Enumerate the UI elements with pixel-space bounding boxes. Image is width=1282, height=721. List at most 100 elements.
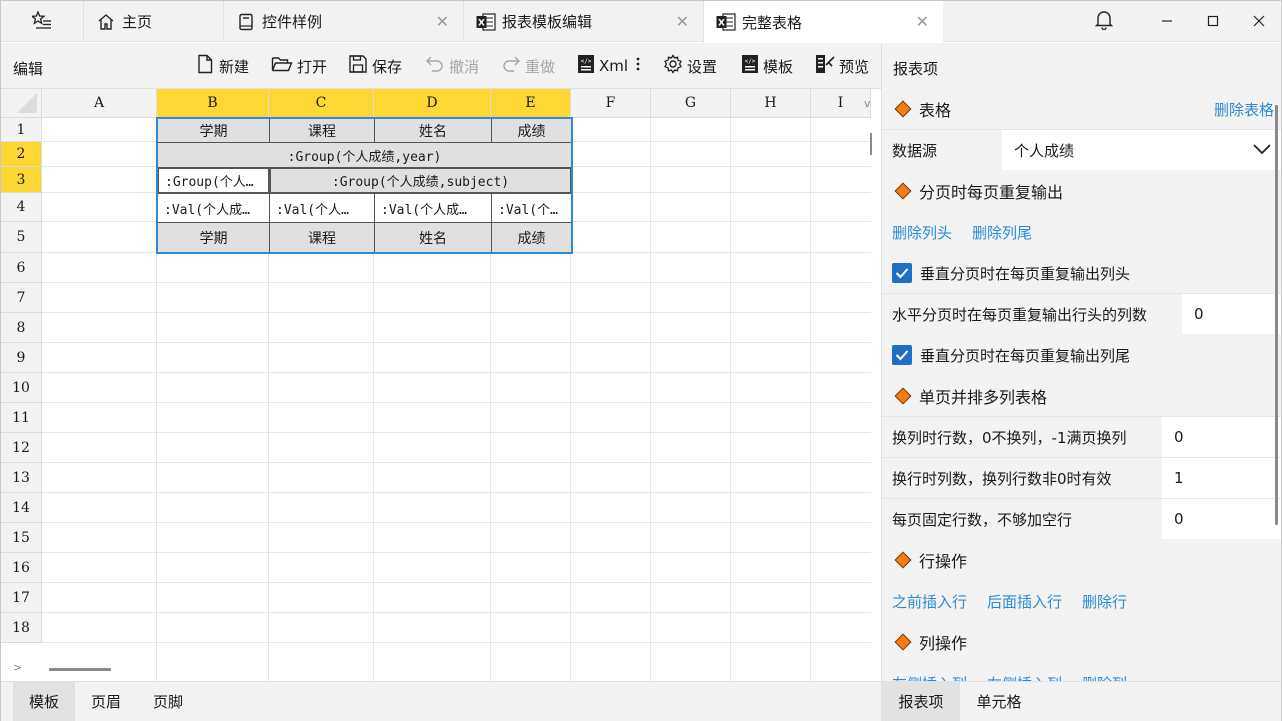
tab-report-items[interactable]: 报表项 <box>882 682 960 721</box>
row-header-6[interactable]: 6 <box>1 253 42 283</box>
row-header-13[interactable]: 13 <box>1 463 42 493</box>
undo-icon <box>425 54 449 78</box>
select-all-corner[interactable] <box>1 89 42 118</box>
value-cell[interactable]: :Val(个人成… <box>374 193 492 223</box>
insert-row-after-link[interactable]: 后面插入行 <box>987 591 1062 612</box>
checkbox-checked-icon[interactable] <box>892 263 912 283</box>
more-vert-icon[interactable] <box>636 57 644 75</box>
row-header-14[interactable]: 14 <box>1 493 42 523</box>
value-cell[interactable]: :Val(个人成… <box>157 193 270 223</box>
tab-home[interactable]: 主页 <box>83 1 223 42</box>
template-cell[interactable]: 课程 <box>269 118 375 143</box>
menu-button[interactable] <box>1 1 83 42</box>
row-header-8[interactable]: 8 <box>1 313 42 343</box>
template-cell[interactable]: 成绩 <box>491 222 572 253</box>
maximize-button[interactable] <box>1190 1 1236 42</box>
grid-line <box>42 552 871 553</box>
column-header-e[interactable]: E <box>491 89 571 118</box>
tab-label: 主页 <box>122 13 153 31</box>
column-header-g[interactable]: G <box>651 89 731 118</box>
row-header-4[interactable]: 4 <box>1 193 42 222</box>
template-button[interactable]: </> 模板 <box>741 55 793 77</box>
template-cell[interactable]: 姓名 <box>374 222 492 253</box>
fixed-rows-input[interactable]: 0 <box>1162 499 1281 539</box>
insert-row-before-link[interactable]: 之前插入行 <box>892 591 967 612</box>
scroll-right-marker[interactable]: > <box>13 661 22 674</box>
checkbox-checked-icon[interactable] <box>892 345 912 365</box>
template-cell[interactable]: 学期 <box>157 118 270 143</box>
svg-text:X: X <box>478 18 485 28</box>
value-cell[interactable]: :Val(个人… <box>269 193 375 223</box>
book-icon <box>236 12 256 32</box>
settings-button[interactable]: 设置 <box>663 54 717 77</box>
scroll-down-marker[interactable]: v <box>864 97 871 110</box>
close-icon[interactable]: ✕ <box>676 12 689 31</box>
group-cell-b3[interactable]: :Group(个人… <box>157 167 270 194</box>
row-header-17[interactable]: 17 <box>1 583 42 613</box>
group-subject-cell[interactable]: :Group(个人成绩,subject) <box>269 167 572 194</box>
delete-footer-link[interactable]: 删除列尾 <box>972 222 1032 243</box>
tab-control-samples[interactable]: 控件样例 ✕ <box>223 1 463 42</box>
group-year-cell[interactable]: :Group(个人成绩,year) <box>157 142 572 168</box>
value-cell[interactable]: :Val(个… <box>491 193 572 223</box>
xml-button[interactable]: </> Xml <box>577 55 644 77</box>
template-cell[interactable]: 学期 <box>157 222 270 253</box>
row-header-9[interactable]: 9 <box>1 343 42 373</box>
tab-complete-table[interactable]: X 完整表格 ✕ <box>703 1 943 43</box>
notifications-button[interactable] <box>1081 1 1127 42</box>
redo-button[interactable]: 重做 <box>501 55 555 77</box>
template-cell[interactable]: 成绩 <box>491 118 572 143</box>
close-icon[interactable]: ✕ <box>916 12 929 31</box>
datasource-select[interactable]: 个人成绩 <box>1002 130 1281 170</box>
close-icon[interactable]: ✕ <box>436 12 449 31</box>
tab-cell[interactable]: 单元格 <box>960 682 1038 721</box>
new-button[interactable]: 新建 <box>195 54 249 77</box>
column-header-a[interactable]: A <box>42 89 157 118</box>
row-header-16[interactable]: 16 <box>1 553 42 583</box>
tab-template[interactable]: 模板 <box>13 682 75 721</box>
repeat-footer-label: 垂直分页时在每页重复输出列尾 <box>920 346 1131 365</box>
tab-footer[interactable]: 页脚 <box>137 682 199 721</box>
wrap-rows-input[interactable]: 0 <box>1162 417 1281 457</box>
wrap-cols-input[interactable]: 1 <box>1162 458 1281 498</box>
undo-button[interactable]: 撤消 <box>425 55 479 77</box>
row-header-15[interactable]: 15 <box>1 523 42 553</box>
panel-scrollbar[interactable] <box>1275 105 1278 525</box>
save-button[interactable]: 保存 <box>348 55 402 77</box>
delete-table-link[interactable]: 删除表格 <box>1214 99 1274 120</box>
row-header-18[interactable]: 18 <box>1 613 42 643</box>
repeat-header-row[interactable]: 垂直分页时在每页重复输出列头 <box>882 253 1281 293</box>
row-header-5[interactable]: 5 <box>1 222 42 253</box>
app-window: 主页 控件样例 ✕ X 报表模板编辑 ✕ X 完整表格 ✕ 编辑 新建 打开 保… <box>0 0 1282 721</box>
row-header-3[interactable]: 3 <box>1 167 42 193</box>
row-header-10[interactable]: 10 <box>1 373 42 403</box>
delete-row-link[interactable]: 删除行 <box>1082 591 1127 612</box>
template-cell[interactable]: 课程 <box>269 222 375 253</box>
column-header-c[interactable]: C <box>269 89 374 118</box>
column-header-f[interactable]: F <box>571 89 651 118</box>
close-window-button[interactable] <box>1236 1 1282 42</box>
row-header-2[interactable]: 2 <box>1 142 42 167</box>
grid-line <box>42 282 871 283</box>
template-cell[interactable]: 姓名 <box>374 118 492 143</box>
spreadsheet-grid[interactable]: ABCDEFGHI 1 2 3 4 5 6 7 8 9 10 11 12 13 14 15 16 17 18 学期… <box>1 89 881 681</box>
repeat-footer-row[interactable]: 垂直分页时在每页重复输出列尾 <box>882 335 1281 375</box>
row-header-7[interactable]: 7 <box>1 283 42 313</box>
open-button[interactable]: 打开 <box>271 55 327 77</box>
grid-line <box>42 612 871 613</box>
column-header-b[interactable]: B <box>157 89 269 118</box>
tab-report-template-edit[interactable]: X 报表模板编辑 ✕ <box>463 1 703 42</box>
column-header-h[interactable]: H <box>731 89 811 118</box>
column-header-i[interactable]: I <box>811 89 871 118</box>
repeat-row-cols-input[interactable]: 0 <box>1182 294 1281 334</box>
row-header-12[interactable]: 12 <box>1 433 42 463</box>
minimize-button[interactable] <box>1144 1 1190 42</box>
preview-button[interactable]: 预览 <box>815 55 869 77</box>
row-header-1[interactable]: 1 <box>1 118 42 142</box>
vertical-scrollbar[interactable] <box>870 133 872 155</box>
tab-header[interactable]: 页眉 <box>75 682 137 721</box>
horizontal-scrollbar[interactable] <box>49 668 111 671</box>
delete-header-link[interactable]: 删除列头 <box>892 222 952 243</box>
column-header-d[interactable]: D <box>374 89 491 118</box>
row-header-11[interactable]: 11 <box>1 403 42 433</box>
